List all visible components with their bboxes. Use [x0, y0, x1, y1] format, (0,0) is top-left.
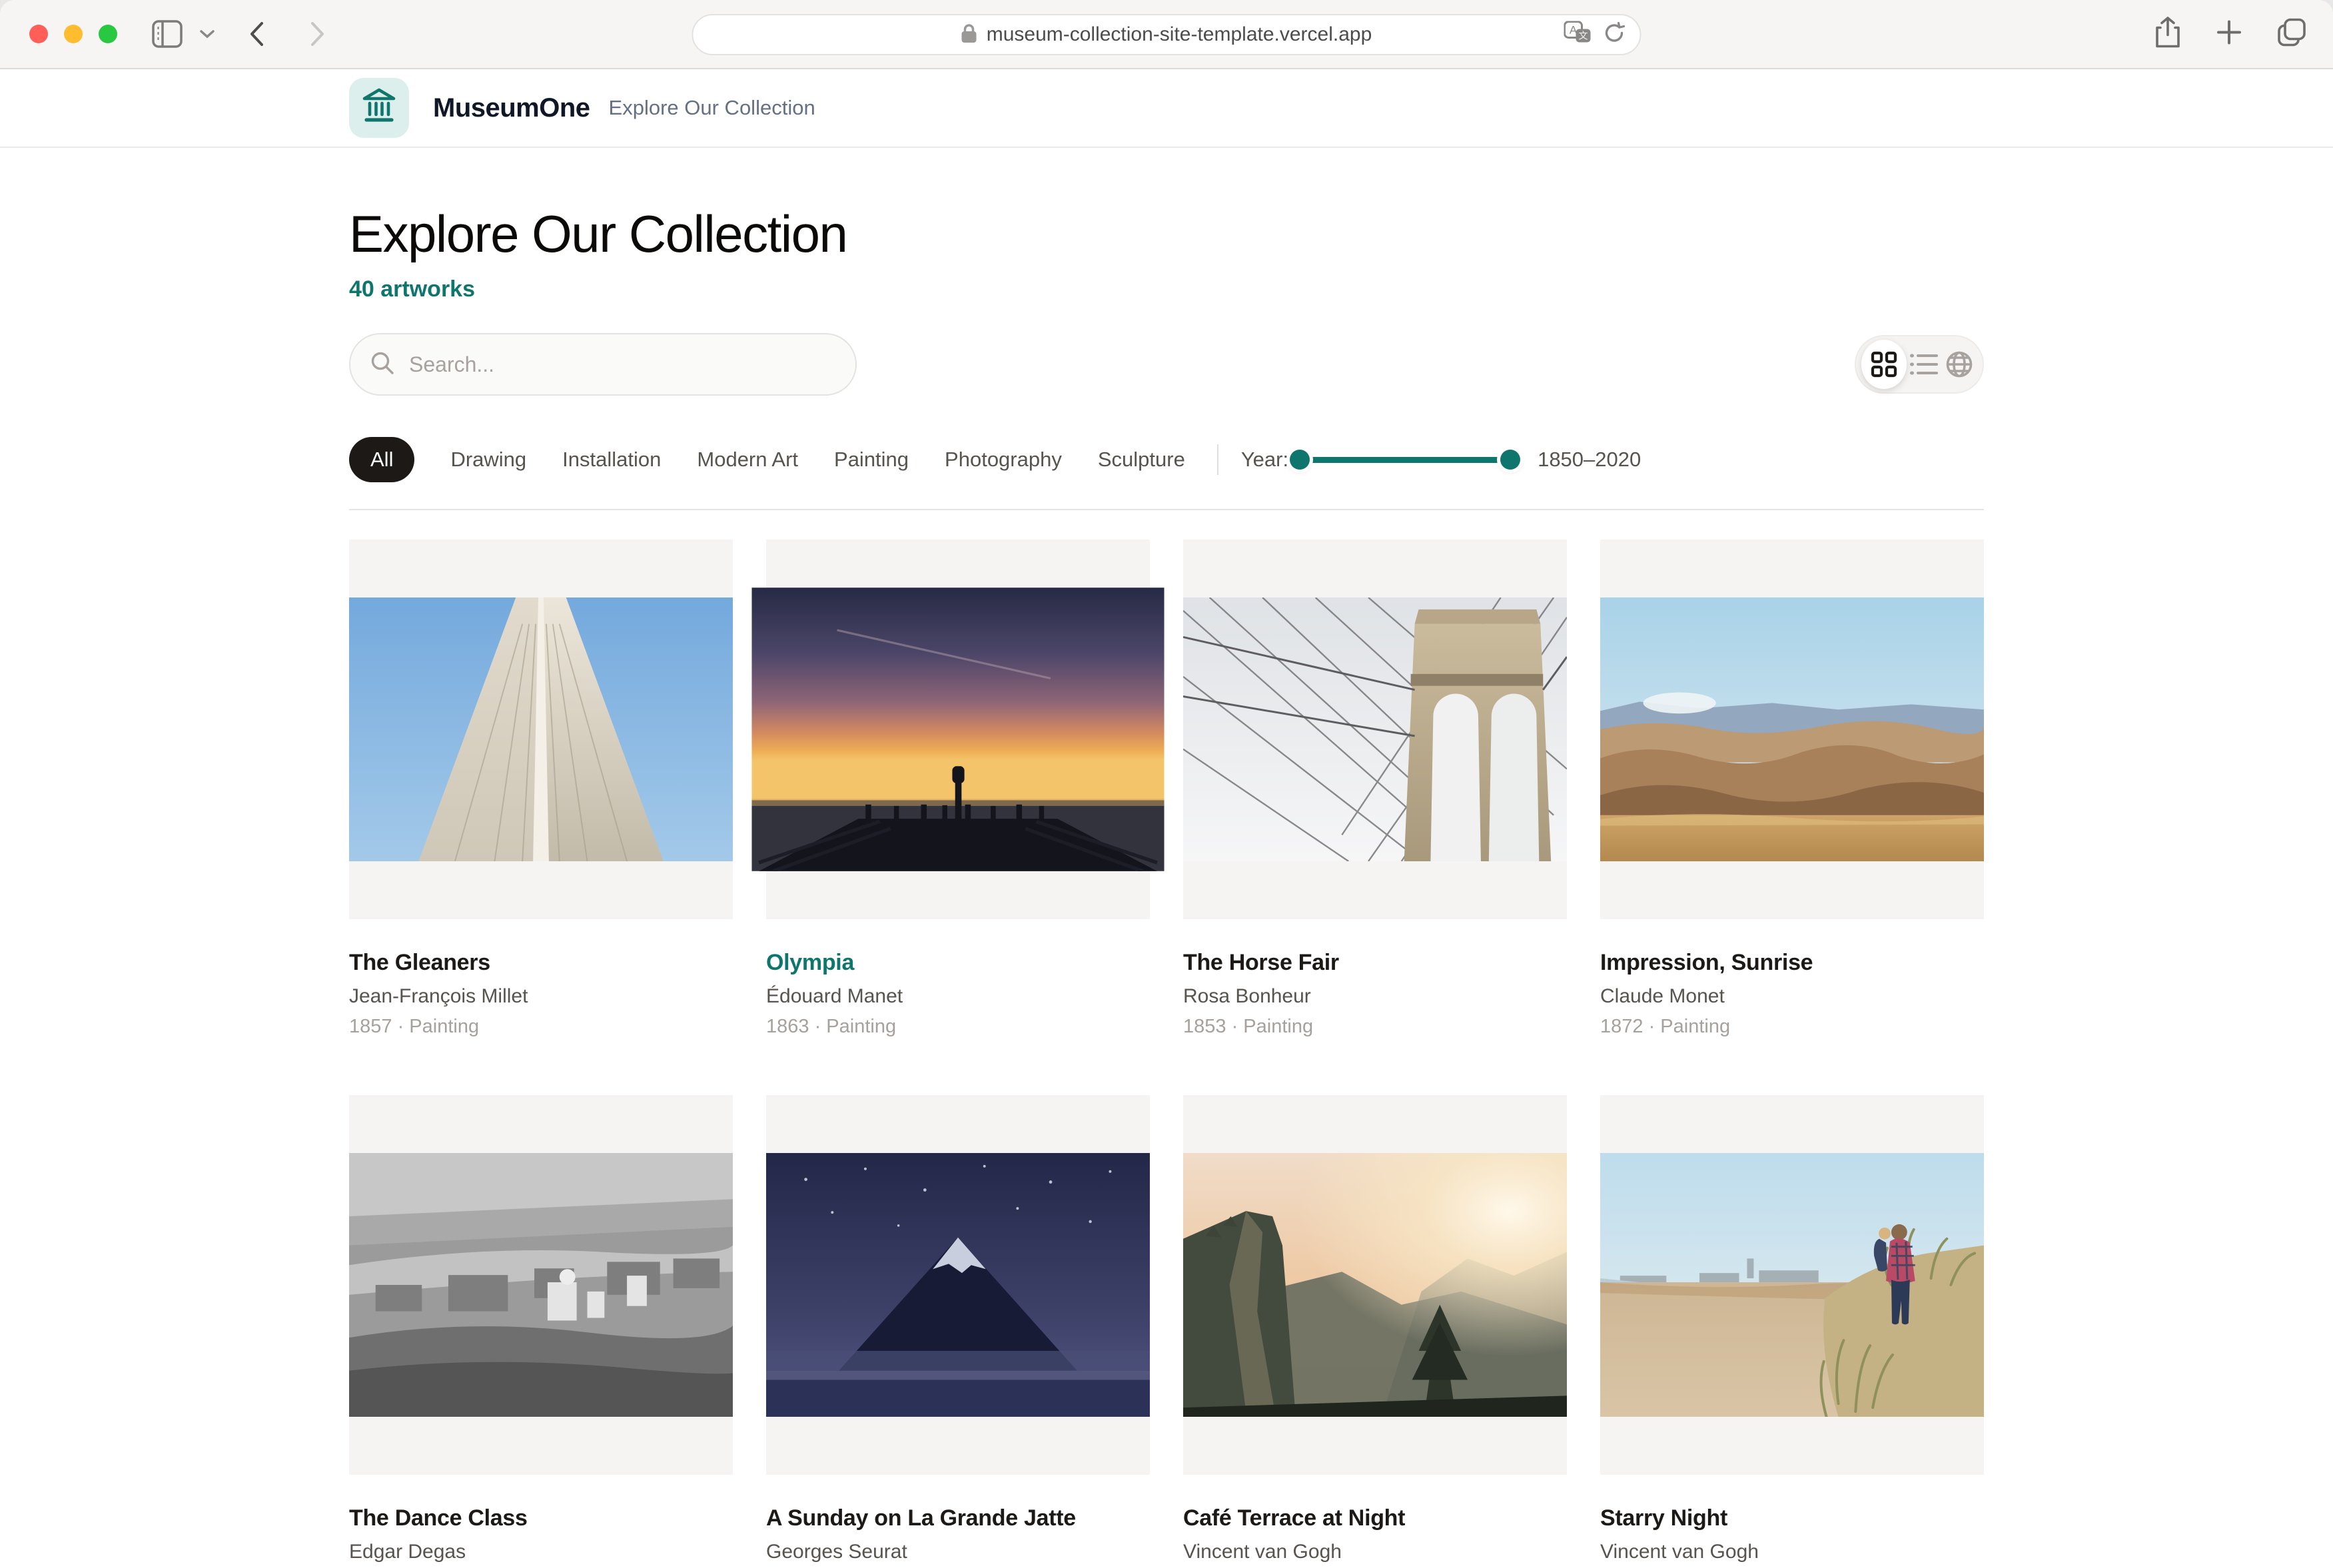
slider-handle-max[interactable]	[1500, 450, 1520, 470]
map-view-button[interactable]	[1942, 345, 1977, 384]
filter-tab-painting[interactable]: Painting	[834, 448, 909, 472]
year-range-slider[interactable]	[1292, 450, 1518, 470]
site-logo[interactable]	[349, 78, 409, 138]
filter-tab-sculpture[interactable]: Sculpture	[1098, 448, 1185, 472]
minimize-window-button[interactable]	[64, 25, 83, 43]
site-header: MuseumOne Explore Our Collection	[0, 69, 2333, 148]
artwork-title[interactable]: Café Terrace at Night	[1183, 1505, 1567, 1531]
lock-icon	[961, 23, 977, 47]
tab-overview-icon[interactable]	[2277, 18, 2306, 51]
artwork-image-frame	[349, 1095, 733, 1475]
sidebar-toggle-icon[interactable]	[152, 20, 183, 48]
artwork-image-frame	[766, 540, 1150, 919]
artwork-title[interactable]: Starry Night	[1600, 1505, 1984, 1531]
share-icon[interactable]	[2154, 17, 2181, 52]
grid-view-button[interactable]	[1861, 340, 1907, 389]
translate-icon[interactable]: A文	[1564, 21, 1592, 49]
artwork-count: 40 artworks	[349, 276, 1984, 302]
list-view-button[interactable]	[1907, 345, 1942, 384]
artwork-grid: The Gleaners Jean-François Millet 1857 ·…	[349, 540, 1984, 1568]
artwork-title[interactable]: Impression, Sunrise	[1600, 950, 1984, 976]
view-toggle	[1855, 335, 1984, 394]
artwork-image	[1600, 597, 1984, 861]
artwork-image	[349, 1153, 733, 1417]
artwork-card[interactable]: Café Terrace at Night Vincent van Gogh 1…	[1183, 1095, 1567, 1568]
site-tagline: Explore Our Collection	[609, 96, 815, 120]
chevron-down-icon[interactable]	[200, 29, 215, 39]
artwork-artist: Georges Seurat	[766, 1541, 1150, 1563]
reload-icon[interactable]	[1604, 22, 1626, 48]
window-controls	[29, 25, 117, 43]
artwork-meta: 1857 · Painting	[349, 1016, 733, 1038]
artwork-title[interactable]: The Horse Fair	[1183, 950, 1567, 976]
new-tab-icon[interactable]	[2216, 19, 2242, 49]
filter-tab-installation[interactable]: Installation	[562, 448, 661, 472]
search-box[interactable]	[349, 333, 857, 396]
artwork-card[interactable]: Impression, Sunrise Claude Monet 1872 · …	[1600, 540, 1984, 1038]
artwork-artist: Vincent van Gogh	[1183, 1541, 1567, 1563]
artwork-artist: Jean-François Millet	[349, 985, 733, 1008]
artwork-meta: 1872 · Painting	[1600, 1016, 1984, 1038]
browser-window: museum-collection-site-template.vercel.a…	[0, 0, 2333, 1568]
artwork-image-frame	[1600, 540, 1984, 919]
artwork-card[interactable]: The Horse Fair Rosa Bonheur 1853 · Paint…	[1183, 540, 1567, 1038]
artwork-title[interactable]: Olympia	[766, 950, 1150, 976]
artwork-card[interactable]: The Gleaners Jean-François Millet 1857 ·…	[349, 540, 733, 1038]
divider	[1217, 444, 1218, 475]
artwork-artist: Édouard Manet	[766, 985, 1150, 1008]
url-text: museum-collection-site-template.vercel.a…	[987, 23, 1372, 46]
artwork-image-frame	[349, 540, 733, 919]
artwork-image	[766, 1153, 1150, 1417]
artwork-image-frame	[766, 1095, 1150, 1475]
artwork-image	[751, 588, 1164, 871]
artwork-image	[1183, 1153, 1567, 1417]
page-title: Explore Our Collection	[349, 204, 1984, 264]
filter-tab-drawing[interactable]: Drawing	[450, 448, 526, 472]
filter-tab-all[interactable]: All	[349, 437, 414, 482]
forward-button[interactable]	[310, 21, 325, 47]
divider	[349, 509, 1984, 510]
artwork-image-frame	[1600, 1095, 1984, 1475]
year-range-value: 1850–2020	[1538, 448, 1641, 472]
year-filter-label: Year:	[1241, 448, 1288, 472]
slider-handle-min[interactable]	[1290, 450, 1310, 470]
artwork-card[interactable]: A Sunday on La Grande Jatte Georges Seur…	[766, 1095, 1150, 1568]
artwork-artist: Claude Monet	[1600, 985, 1984, 1008]
browser-toolbar: museum-collection-site-template.vercel.a…	[0, 0, 2333, 69]
svg-text:文: 文	[1579, 31, 1588, 42]
artwork-card[interactable]: The Dance Class Edgar Degas 1874 · Paint…	[349, 1095, 733, 1568]
artwork-artist: Rosa Bonheur	[1183, 985, 1567, 1008]
address-bar[interactable]: museum-collection-site-template.vercel.a…	[692, 14, 1641, 55]
filter-bar: All Drawing Installation Modern Art Pain…	[349, 437, 1984, 482]
artwork-image	[1600, 1153, 1984, 1417]
artwork-card[interactable]: Starry Night Vincent van Gogh 1889 · Pai…	[1600, 1095, 1984, 1568]
artwork-image	[1183, 597, 1567, 861]
close-window-button[interactable]	[29, 25, 48, 43]
artwork-card[interactable]: Olympia Édouard Manet 1863 · Painting	[766, 540, 1150, 1038]
artwork-title[interactable]: The Dance Class	[349, 1505, 733, 1531]
filter-tab-photography[interactable]: Photography	[945, 448, 1062, 472]
artwork-title[interactable]: The Gleaners	[349, 950, 733, 976]
artwork-artist: Vincent van Gogh	[1600, 1541, 1984, 1563]
search-icon	[370, 351, 394, 378]
artwork-title[interactable]: A Sunday on La Grande Jatte	[766, 1505, 1150, 1531]
site-name[interactable]: MuseumOne	[433, 93, 590, 123]
search-input[interactable]	[408, 352, 810, 378]
artwork-meta: 1863 · Painting	[766, 1016, 1150, 1038]
artwork-image-frame	[1183, 540, 1567, 919]
artwork-image-frame	[1183, 1095, 1567, 1475]
artwork-image	[349, 597, 733, 861]
filter-tab-modern-art[interactable]: Modern Art	[697, 448, 798, 472]
back-button[interactable]	[249, 21, 264, 47]
artwork-meta: 1853 · Painting	[1183, 1016, 1567, 1038]
zoom-window-button[interactable]	[99, 25, 117, 43]
slider-track[interactable]	[1292, 457, 1518, 463]
artwork-artist: Edgar Degas	[349, 1541, 733, 1563]
museum-icon	[362, 88, 396, 129]
